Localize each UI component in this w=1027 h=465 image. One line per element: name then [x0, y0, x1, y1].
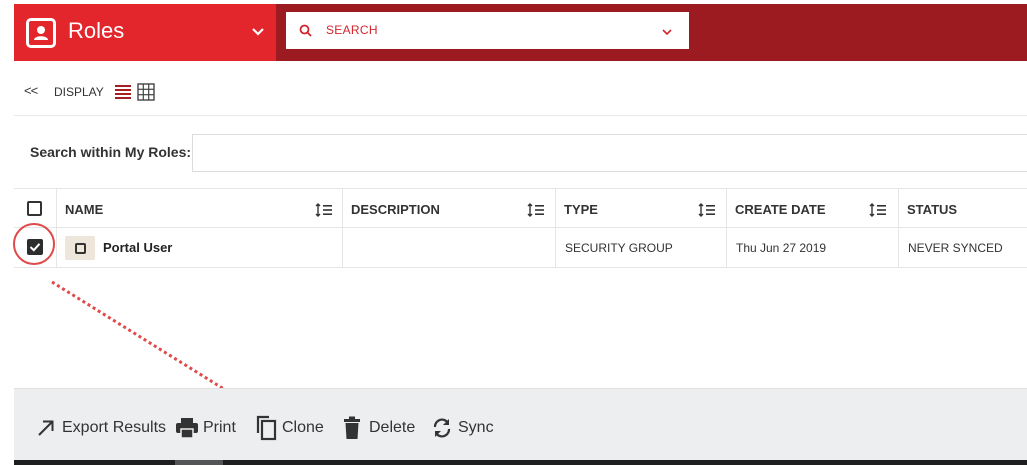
printer-icon	[176, 418, 198, 439]
display-toolbar: << DISPLAY	[14, 68, 1027, 116]
collapse-button[interactable]: <<	[24, 83, 38, 98]
global-search-input[interactable]: SEARCH	[286, 12, 689, 49]
highlight-circle	[13, 223, 55, 265]
action-label: Delete	[369, 419, 416, 436]
cell-type: SECURITY GROUP	[556, 228, 727, 267]
sync-button[interactable]: Sync	[431, 415, 494, 441]
column-status[interactable]: STATUS	[899, 189, 1027, 228]
column-label: CREATE DATE	[735, 202, 826, 217]
table-row[interactable]: Portal User SECURITY GROUP Thu Jun 27 20…	[13, 223, 1027, 268]
roles-filter-input[interactable]	[192, 134, 1027, 172]
display-label: DISPLAY	[54, 85, 104, 99]
cell-name[interactable]: Portal User	[57, 228, 343, 267]
grid-view-icon[interactable]	[137, 83, 155, 101]
cell-description	[343, 228, 556, 267]
sort-icon[interactable]	[527, 203, 545, 217]
table-header: NAME DESCRIPTION TYPE CREATE DATE STATUS	[14, 188, 1027, 228]
column-label: STATUS	[907, 202, 958, 217]
column-description[interactable]: DESCRIPTION	[343, 189, 556, 228]
top-bar: Roles SEARCH	[14, 4, 1027, 61]
action-label: Print	[203, 419, 236, 436]
column-label: TYPE	[564, 202, 598, 217]
role-name[interactable]: Portal User	[103, 240, 172, 255]
export-results-button[interactable]: Export Results	[36, 415, 166, 441]
page-title: Roles	[68, 18, 125, 43]
action-bar: Export Results Print Clone Delete Sync	[14, 388, 1027, 460]
sort-icon[interactable]	[315, 203, 333, 217]
column-name[interactable]: NAME	[57, 189, 343, 228]
row-select-cell	[13, 223, 57, 267]
print-button[interactable]: Print	[175, 415, 236, 441]
action-label: Sync	[458, 419, 494, 436]
sort-icon[interactable]	[869, 203, 887, 217]
sort-icon[interactable]	[698, 203, 716, 217]
column-label: NAME	[65, 202, 104, 217]
role-type: SECURITY GROUP	[565, 241, 673, 255]
column-create-date[interactable]: CREATE DATE	[727, 189, 899, 228]
role-icon	[65, 236, 95, 260]
export-arrow-icon	[38, 420, 54, 436]
chevron-down-icon[interactable]	[660, 25, 674, 39]
chevron-down-icon[interactable]	[249, 23, 267, 41]
footer-strip-segment	[175, 460, 223, 465]
action-label: Clone	[282, 419, 324, 436]
cell-create-date: Thu Jun 27 2019	[727, 228, 899, 267]
search-icon	[299, 24, 312, 37]
clone-button[interactable]: Clone	[255, 415, 324, 441]
roles-module-selector[interactable]: Roles	[14, 4, 276, 61]
column-type[interactable]: TYPE	[556, 189, 727, 228]
footer-strip	[14, 460, 1027, 465]
action-label: Export Results	[62, 419, 167, 436]
role-create-date: Thu Jun 27 2019	[736, 241, 827, 255]
column-label: DESCRIPTION	[351, 202, 440, 217]
list-view-icon[interactable]	[114, 83, 132, 101]
role-status: NEVER SYNCED	[908, 241, 1003, 255]
sync-icon	[433, 418, 451, 438]
filter-label: Search within My Roles:	[30, 144, 192, 160]
select-all-checkbox[interactable]	[27, 201, 42, 216]
cell-status: NEVER SYNCED	[899, 228, 1027, 267]
delete-button[interactable]: Delete	[343, 415, 415, 441]
filter-row: Search within My Roles:	[14, 118, 1027, 188]
contact-card-icon	[26, 18, 56, 48]
search-placeholder: SEARCH	[326, 23, 378, 37]
trash-icon	[344, 416, 360, 439]
copy-icon	[256, 415, 277, 441]
